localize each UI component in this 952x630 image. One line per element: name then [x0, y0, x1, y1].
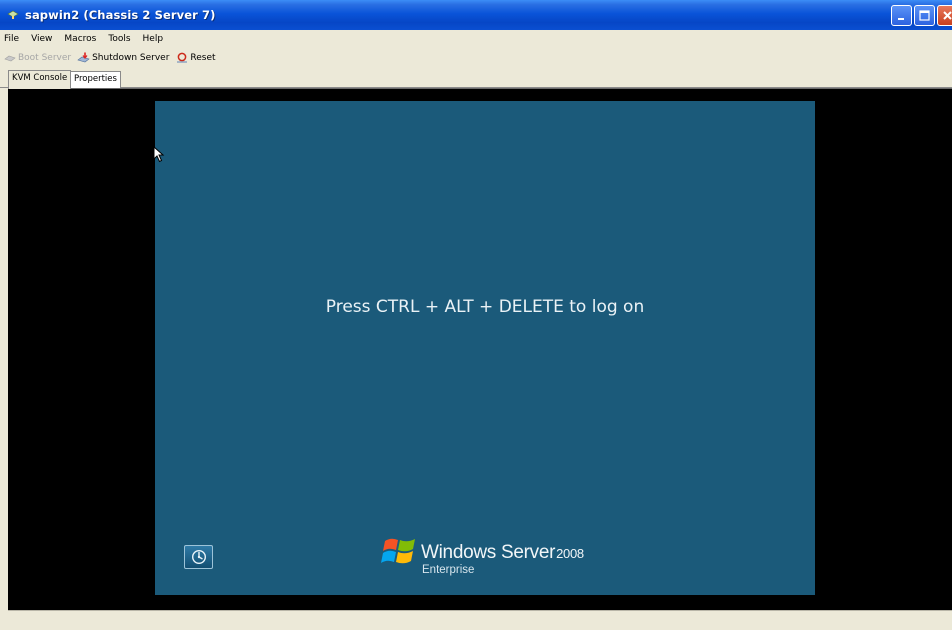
menu-bar: File View Macros Tools Help [0, 30, 952, 47]
boot-server-label: Boot Server [18, 52, 72, 63]
tab-kvm-console[interactable]: KVM Console [8, 70, 72, 89]
logon-message: Press CTRL + ALT + DELETE to log on [325, 297, 645, 317]
tab-strip: KVM Console Properties [0, 68, 952, 89]
boot-server-button[interactable]: Boot Server [3, 52, 71, 64]
menu-help[interactable]: Help [143, 34, 164, 44]
toolbar: Boot Server Shutdown Server Reset [0, 47, 952, 68]
tab-properties[interactable]: Properties [70, 71, 121, 88]
brand-edition: Enterprise [422, 564, 475, 576]
power-on-icon [3, 52, 17, 64]
ease-of-access-icon [191, 549, 206, 565]
menu-macros[interactable]: Macros [64, 34, 96, 44]
shutdown-icon [77, 52, 91, 64]
reset-icon [175, 52, 189, 64]
window-title: sapwin2 (Chassis 2 Server 7) [25, 8, 216, 22]
windows-flag-icon [381, 538, 415, 564]
maximize-button[interactable] [914, 5, 935, 26]
mouse-cursor-icon [153, 146, 165, 163]
kvm-window: sapwin2 (Chassis 2 Server 7) File View M… [0, 0, 952, 630]
close-icon [943, 11, 952, 20]
tab-properties-label: Properties [74, 74, 117, 84]
ease-of-access-button[interactable] [184, 545, 213, 569]
status-bar [8, 610, 952, 630]
maximize-icon [919, 10, 930, 21]
windows-server-logo: Windows Server2008 Enterprise [381, 533, 621, 583]
menu-view[interactable]: View [31, 34, 52, 44]
shutdown-server-button[interactable]: Shutdown Server [77, 52, 169, 64]
window-controls [891, 5, 952, 26]
remote-screen[interactable]: Press CTRL + ALT + DELETE to log on Wind… [155, 101, 815, 595]
tab-kvm-console-label: KVM Console [12, 73, 68, 83]
reset-button[interactable]: Reset [175, 52, 216, 64]
brand-name-text: Windows Server [421, 542, 556, 563]
reset-label: Reset [190, 52, 216, 63]
minimize-button[interactable] [891, 5, 912, 26]
brand-name: Windows Server2008 [421, 542, 584, 564]
shutdown-server-label: Shutdown Server [92, 52, 170, 63]
brand-year: 2008 [556, 546, 584, 561]
title-bar[interactable]: sapwin2 (Chassis 2 Server 7) [0, 0, 952, 30]
menu-tools[interactable]: Tools [108, 34, 130, 44]
menu-file[interactable]: File [4, 34, 19, 44]
server-icon [6, 8, 20, 22]
left-border [0, 88, 8, 630]
minimize-icon [897, 17, 904, 20]
close-button[interactable] [937, 5, 952, 26]
